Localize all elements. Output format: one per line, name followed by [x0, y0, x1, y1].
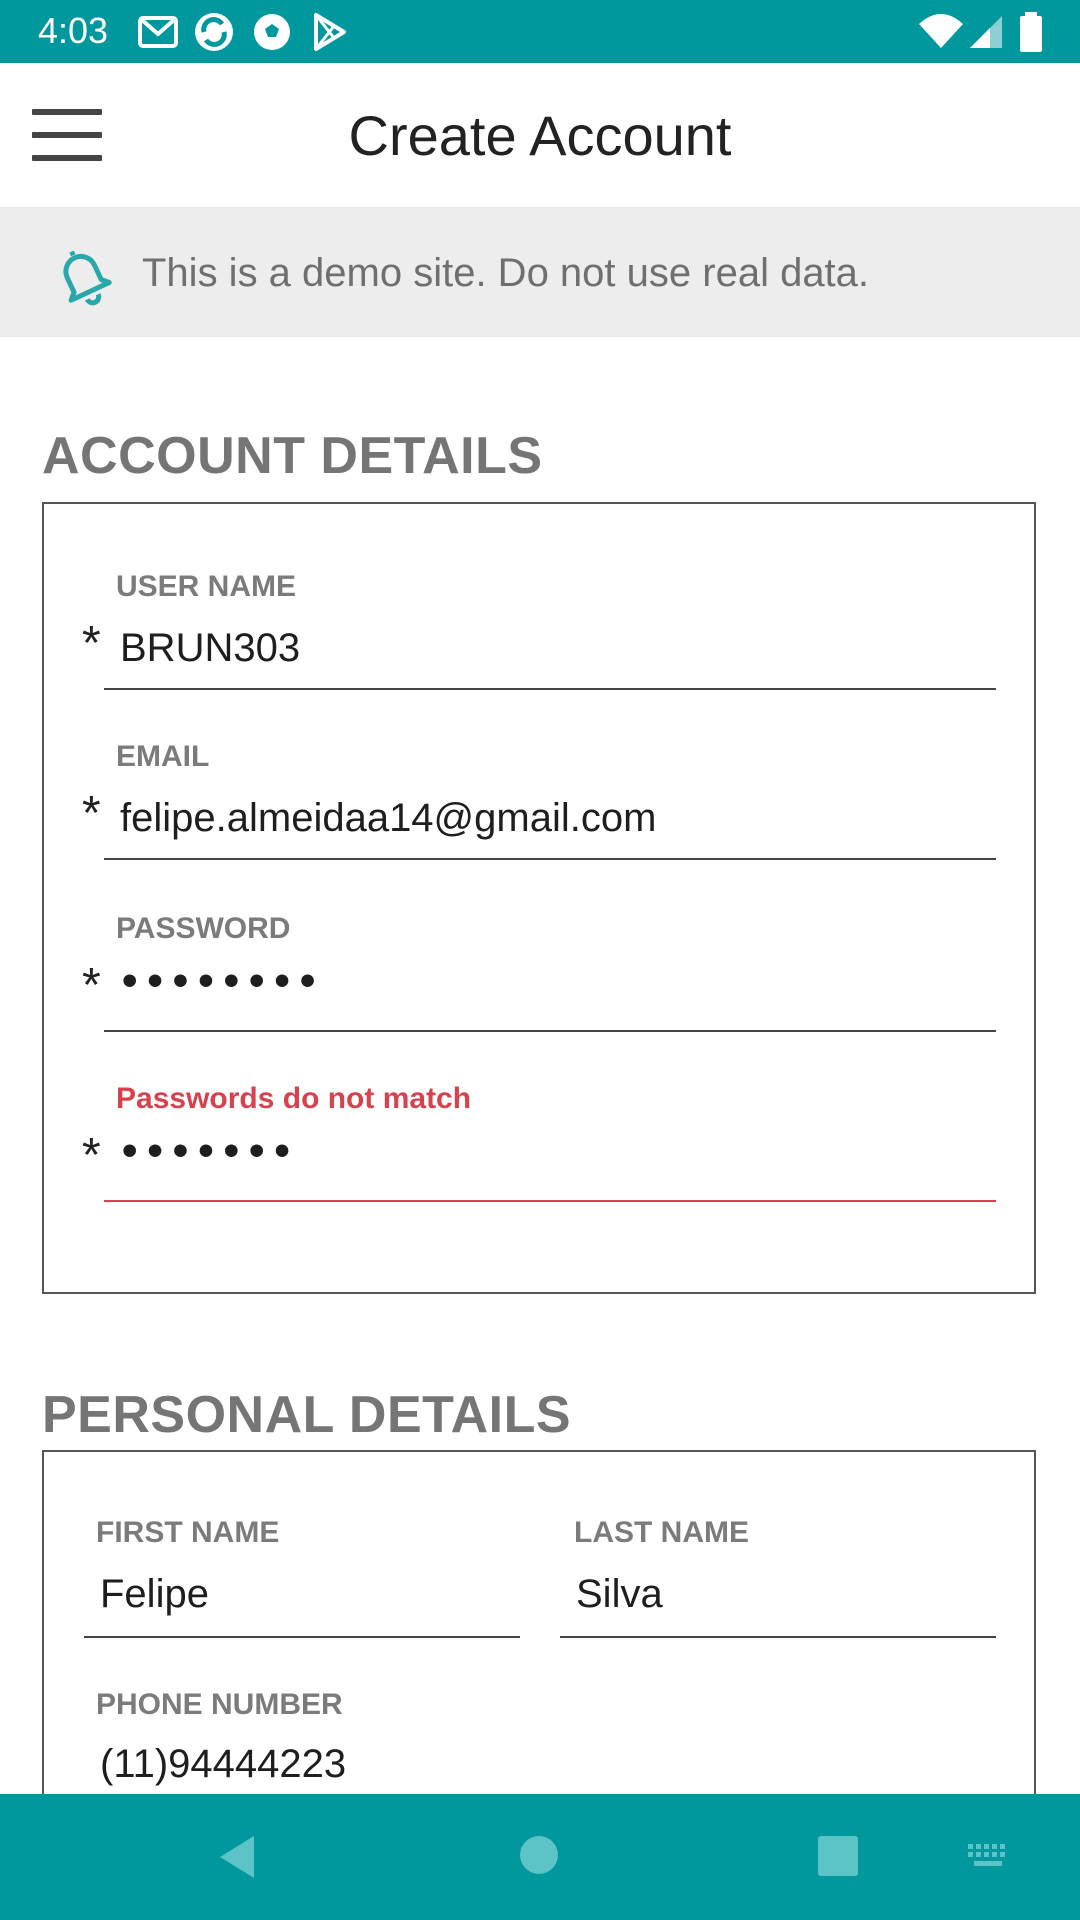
signal-icon	[970, 16, 1002, 48]
email-label: EMAIL	[116, 740, 210, 773]
last-name-field[interactable]: LAST NAME Silva	[520, 1452, 1034, 1638]
bell-icon	[63, 250, 112, 306]
recents-icon[interactable]	[816, 1834, 860, 1878]
back-icon[interactable]	[214, 1832, 260, 1882]
first-name-input[interactable]: Felipe	[100, 1572, 209, 1617]
phone-label: PHONE NUMBER	[96, 1688, 343, 1721]
status-time: 4:03	[38, 10, 109, 51]
required-marker: *	[82, 787, 101, 840]
account-details-panel: USER NAME * BRUN303 EMAIL * felipe.almei…	[42, 502, 1036, 1294]
home-icon[interactable]	[518, 1834, 560, 1876]
username-label: USER NAME	[116, 570, 297, 603]
confirm-password-input[interactable]: •••••••	[122, 1126, 300, 1176]
email-field[interactable]: EMAIL * felipe.almeidaa14@gmail.com	[44, 674, 1034, 860]
keyboard-icon[interactable]	[966, 1842, 1010, 1870]
account-details-heading: ACCOUNT DETAILS	[42, 427, 543, 485]
required-marker: *	[82, 617, 101, 670]
last-name-label: LAST NAME	[574, 1516, 749, 1549]
password-mismatch-error: Passwords do not match	[116, 1082, 472, 1115]
first-name-label: FIRST NAME	[96, 1516, 280, 1549]
wifi-icon	[919, 14, 963, 48]
last-name-input[interactable]: Silva	[576, 1572, 663, 1617]
personal-details-panel: FIRST NAME Felipe LAST NAME Silva PHONE …	[42, 1450, 1036, 1850]
sync-icon	[195, 13, 233, 51]
status-bar: 4:03	[0, 0, 1080, 63]
phone-input[interactable]: (11)94444223	[100, 1742, 346, 1787]
play-store-icon	[314, 13, 346, 51]
confirm-password-underline	[104, 1200, 996, 1202]
navigation-bar	[0, 1794, 1080, 1920]
required-marker: *	[82, 959, 101, 1012]
password-field[interactable]: PASSWORD * ••••••••	[44, 844, 1034, 1032]
password-input[interactable]: ••••••••	[122, 956, 325, 1006]
app-bar: Create Account	[0, 63, 1080, 208]
battery-icon	[1020, 12, 1042, 52]
page-title: Create Account	[348, 104, 732, 167]
username-field[interactable]: USER NAME * BRUN303	[44, 504, 1034, 690]
demo-banner: This is a demo site. Do not use real dat…	[0, 207, 1080, 337]
username-input[interactable]: BRUN303	[120, 626, 300, 671]
confirm-password-field[interactable]: Passwords do not match * •••••••	[44, 1016, 1034, 1202]
gmail-icon	[138, 16, 178, 48]
email-input[interactable]: felipe.almeidaa14@gmail.com	[120, 796, 656, 841]
soccer-icon	[254, 14, 290, 50]
first-name-field[interactable]: FIRST NAME Felipe	[44, 1452, 524, 1638]
phone-field[interactable]: PHONE NUMBER (11)94444223	[44, 1622, 1034, 1792]
password-label: PASSWORD	[116, 912, 291, 945]
required-marker: *	[82, 1129, 101, 1182]
banner-text: This is a demo site. Do not use real dat…	[142, 251, 870, 295]
personal-details-heading: PERSONAL DETAILS	[42, 1386, 572, 1444]
